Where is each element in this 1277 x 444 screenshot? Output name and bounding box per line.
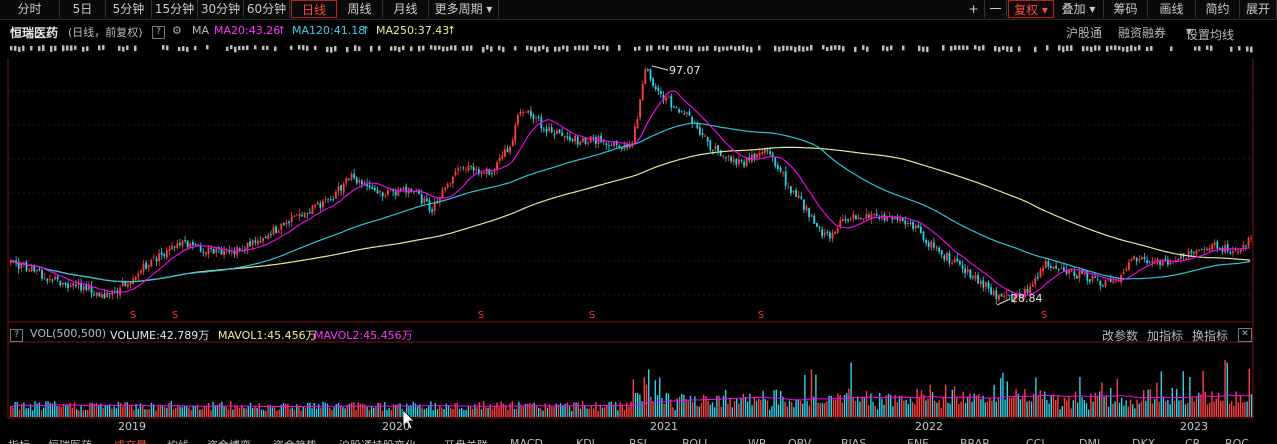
chart-grid	[7, 58, 1254, 419]
indicator-tab-1[interactable]: 恒瑞医药	[48, 437, 92, 444]
candlesticks	[10, 66, 1252, 304]
indicator-tab-6[interactable]: 沪股通持股变化	[339, 437, 416, 444]
indicator-tabs: 指标 恒瑞医药 成交量 均线 资金博弈 资金趋势 沪股通持股变化 开盘关联 MACD KDJ RSI…	[0, 437, 1277, 444]
indicator-tab-18[interactable]: DMI	[1079, 437, 1100, 444]
indicator-tab-15[interactable]: ENE	[907, 437, 929, 444]
signal-marker-1: S	[172, 310, 178, 321]
x-label-2020: 2020	[382, 420, 410, 433]
add-indicator-link[interactable]: 加指标	[1147, 327, 1183, 344]
edit-params-link[interactable]: 改参数	[1102, 327, 1138, 344]
indicator-tab-21[interactable]: ROC	[1225, 437, 1249, 444]
indicator-tab-7[interactable]: 开盘关联	[444, 437, 488, 444]
indicator-tab-8[interactable]: MACD	[510, 437, 543, 444]
volume-bars	[10, 359, 1253, 417]
indicator-tab-20[interactable]: CR	[1185, 437, 1200, 444]
indicator-tab-19[interactable]: DKX	[1132, 437, 1155, 444]
volume-value: VOLUME:42.789万	[110, 329, 210, 342]
indicator-tab-14[interactable]: BIAS	[841, 437, 866, 444]
indicator-tab-5[interactable]: 资金趋势	[273, 437, 317, 444]
indicator-tab-17[interactable]: CCI	[1026, 437, 1045, 444]
ma250-line	[9, 146, 1251, 283]
x-label-2023: 2023	[1180, 420, 1208, 433]
indicator-tab-16[interactable]: BRAR	[960, 437, 990, 444]
signal-marker-4: S	[758, 310, 764, 321]
kline-chart[interactable]: S S S S S S 97.07 28.84	[0, 0, 1277, 444]
indicator-tab-2[interactable]: 成交量	[114, 437, 147, 444]
volume-info-bar: ? VOL(500,500) VOLUME:42.789万 MAVOL1:45.…	[0, 325, 1277, 344]
x-label-2022: 2022	[915, 420, 943, 433]
indicator-tab-13[interactable]: OBV	[788, 437, 811, 444]
indicator-tab-0[interactable]: 指标	[8, 437, 30, 444]
signal-marker-0: S	[130, 310, 136, 321]
switch-indicator-link[interactable]: 换指标	[1192, 327, 1228, 344]
x-label-2021: 2021	[650, 420, 678, 433]
signal-marker-2: S	[478, 310, 484, 321]
mavol2-value: MAVOL2:45.456万	[314, 329, 413, 342]
vol-indicator-label: VOL(500,500)	[30, 327, 107, 340]
indicator-tab-9[interactable]: KDJ	[576, 437, 595, 444]
mavol1-value: MAVOL1:45.456万	[218, 329, 317, 342]
signal-marker-5: S	[1041, 310, 1047, 321]
indicator-tab-12[interactable]: WR	[748, 437, 767, 444]
indicator-tab-11[interactable]: BOLL	[682, 437, 710, 444]
indicator-tab-3[interactable]: 均线	[167, 437, 189, 444]
indicator-tab-4[interactable]: 资金博弈	[207, 437, 251, 444]
high-annotation: 97.07	[651, 64, 701, 77]
high-price-label: 97.07	[669, 64, 701, 77]
indicator-tab-10[interactable]: RSI	[629, 437, 647, 444]
signal-markers: SSSSSS	[130, 310, 1047, 321]
x-label-2019: 2019	[118, 420, 146, 433]
signal-marker-3: S	[589, 310, 595, 321]
low-price-label: 28.84	[1011, 292, 1043, 305]
